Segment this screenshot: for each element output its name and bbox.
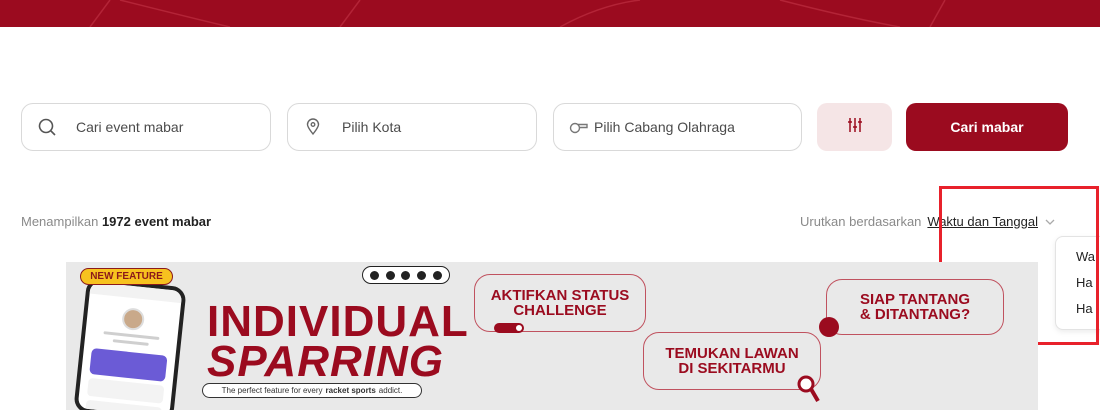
result-prefix: Menampilkan: [21, 214, 99, 229]
callout-text: AKTIFKAN STATUS: [490, 287, 630, 304]
tennis-racket-icon: [401, 270, 411, 280]
event-search-placeholder: Cari event mabar: [76, 119, 184, 135]
search-mabar-button[interactable]: Cari mabar: [906, 103, 1068, 151]
padel-icon: [417, 270, 427, 280]
phone-mockup: [73, 277, 187, 410]
shuttlecock-icon: [385, 270, 395, 280]
callout-text: SIAP TANTANG: [859, 291, 970, 308]
filter-button[interactable]: [817, 103, 892, 151]
promo-tagline: The perfect feature for every racket spo…: [202, 383, 422, 398]
callout-text: CHALLENGE: [513, 302, 607, 319]
toggle-icon: [494, 323, 524, 333]
banner-pattern: [89, 0, 946, 27]
new-feature-badge: NEW FEATURE: [80, 268, 173, 285]
badminton-icon: [370, 270, 380, 280]
ball-icon: [432, 270, 442, 280]
promo-title-line2: SPARRING: [207, 337, 444, 386]
sport-select-field[interactable]: Pilih Cabang Olahraga: [553, 103, 802, 151]
callout-find-opponent: TEMUKAN LAWAN DI SEKITARMU: [643, 332, 821, 390]
city-placeholder: Pilih Kota: [342, 119, 402, 135]
filter-sliders-icon: [847, 117, 863, 138]
search-icon: [36, 116, 58, 138]
city-select-field[interactable]: Pilih Kota: [287, 103, 537, 151]
magnifier-icon: [797, 375, 820, 403]
callout-text: DI SEKITARMU: [678, 360, 786, 377]
event-search-field[interactable]: Cari event mabar: [21, 103, 271, 151]
racket-sport-icons: [362, 266, 450, 284]
callout-text: TEMUKAN LAWAN: [665, 345, 799, 362]
result-count: Menampilkan 1972 event mabar: [21, 214, 211, 229]
top-banner: [0, 0, 1100, 27]
result-count-value: 1972 event mabar: [101, 214, 212, 229]
tagline-text: The perfect feature for every: [221, 386, 323, 395]
sport-whistle-icon: [568, 116, 590, 138]
avatar: [121, 307, 146, 332]
tagline-end: addict.: [378, 386, 403, 395]
verified-seal-icon: [819, 317, 839, 337]
promo-banner[interactable]: NEW FEATURE INDIVIDUAL SPARRING The perf…: [66, 262, 1038, 410]
tagline-bold: racket sports: [325, 386, 376, 395]
sport-placeholder: Pilih Cabang Olahraga: [594, 119, 735, 135]
callout-challenge-ready: SIAP TANTANG & DITANTANG?: [826, 279, 1004, 335]
location-pin-icon: [302, 116, 324, 138]
callout-text: & DITANTANG?: [859, 306, 971, 323]
sort-label: Urutkan berdasarkan: [800, 214, 922, 229]
